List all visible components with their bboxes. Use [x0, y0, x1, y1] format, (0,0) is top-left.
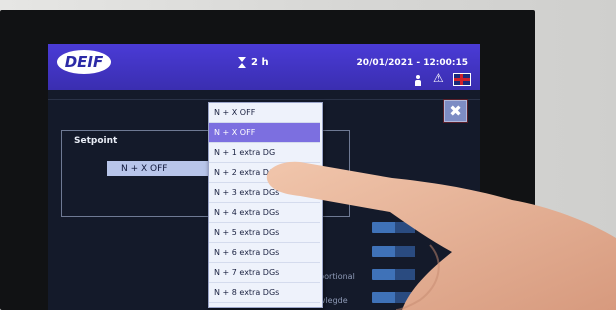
toggle-2[interactable]: [372, 246, 415, 257]
toggle-3[interactable]: [372, 269, 415, 280]
panel-title: Setpoint: [74, 136, 118, 146]
dropdown-option[interactable]: N + 3 extra DGs: [209, 183, 320, 203]
dropdown-option[interactable]: N + 7 extra DGs: [209, 263, 320, 283]
dropdown-option[interactable]: N + 4 extra DGs: [209, 203, 320, 223]
warning-icon[interactable]: ⚠: [433, 72, 444, 84]
date-time: 20/01/2021 - 12:00:15: [356, 58, 468, 68]
flag-uk-icon[interactable]: [453, 73, 471, 86]
dropdown-option[interactable]: N + X OFF: [209, 103, 320, 123]
setpoint-dropdown-list[interactable]: N + X OFF N + X OFF N + 1 extra DG N + 2…: [208, 102, 323, 308]
timer-text: 2 h: [251, 57, 269, 68]
deif-logo: DEIF: [57, 50, 111, 74]
dropdown-option[interactable]: N + 5 extra DGs: [209, 223, 320, 243]
dropdown-option[interactable]: N + 8 extra DGs: [209, 283, 320, 303]
toggle-1[interactable]: [372, 222, 415, 233]
toggle-4[interactable]: [372, 292, 415, 303]
person-icon[interactable]: [413, 75, 423, 86]
logo-text: DEIF: [64, 53, 104, 71]
dropdown-option-selected[interactable]: N + X OFF: [209, 123, 320, 143]
dropdown-option[interactable]: N + 1 extra DG: [209, 143, 320, 163]
top-status-bar: DEIF 2 h 20/01/2021 - 12:00:15 ⚠: [48, 44, 480, 90]
dropdown-option[interactable]: N + 2 extra DGs: [209, 163, 320, 183]
setpoint-select[interactable]: N + X OFF: [107, 161, 209, 176]
timer-display: 2 h: [238, 57, 269, 68]
divider: [48, 99, 480, 100]
dropdown-option[interactable]: N + 6 extra DGs: [209, 243, 320, 263]
hourglass-icon: [238, 57, 247, 68]
close-button[interactable]: ✖: [444, 100, 467, 122]
close-icon: ✖: [449, 102, 462, 120]
